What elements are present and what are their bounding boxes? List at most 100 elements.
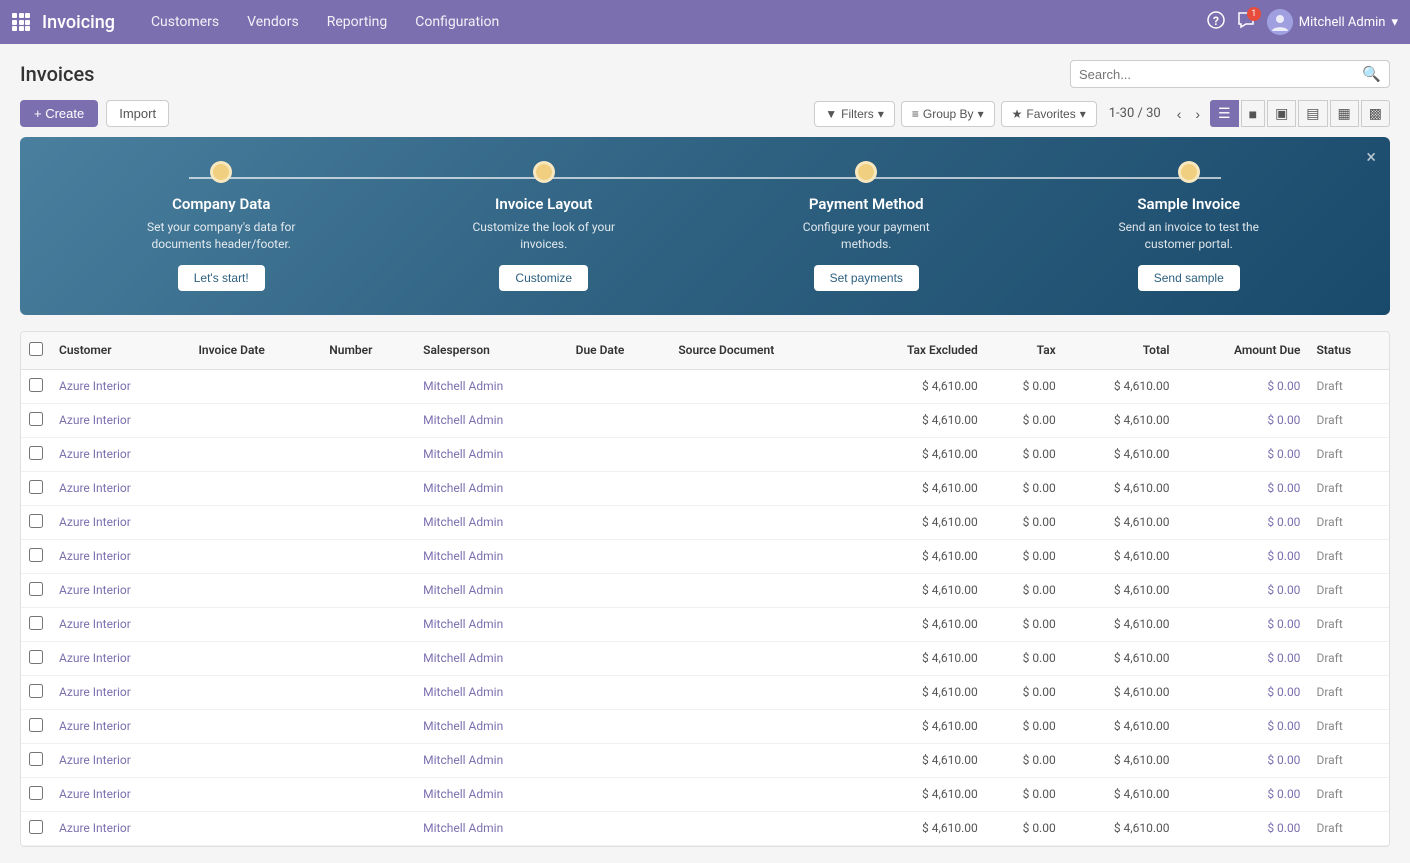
col-invoice-date[interactable]: Invoice Date	[190, 332, 321, 370]
step-btn-2[interactable]: Set payments	[814, 265, 919, 291]
row-tax: $ 0.00	[986, 607, 1064, 641]
col-number[interactable]: Number	[321, 332, 415, 370]
col-due-date[interactable]: Due Date	[568, 332, 671, 370]
row-salesperson[interactable]: Mitchell Admin	[415, 743, 567, 777]
row-source-doc	[670, 573, 848, 607]
col-status[interactable]: Status	[1308, 332, 1389, 370]
step-btn-0[interactable]: Let's start!	[178, 265, 265, 291]
kanban-view-button[interactable]: ■	[1241, 100, 1265, 127]
row-number	[321, 641, 415, 675]
select-all-checkbox[interactable]	[29, 342, 43, 356]
row-checkbox[interactable]	[29, 684, 43, 698]
row-due-date	[568, 811, 671, 845]
next-page-button[interactable]: ›	[1191, 104, 1204, 124]
row-customer[interactable]: Azure Interior	[51, 573, 190, 607]
row-checkbox[interactable]	[29, 378, 43, 392]
row-customer[interactable]: Azure Interior	[51, 777, 190, 811]
row-salesperson[interactable]: Mitchell Admin	[415, 539, 567, 573]
row-checkbox[interactable]	[29, 514, 43, 528]
row-customer[interactable]: Azure Interior	[51, 607, 190, 641]
step-title-1: Invoice Layout	[495, 195, 592, 213]
search-bar[interactable]: 🔍	[1070, 60, 1390, 88]
row-salesperson[interactable]: Mitchell Admin	[415, 573, 567, 607]
row-salesperson[interactable]: Mitchell Admin	[415, 641, 567, 675]
row-salesperson[interactable]: Mitchell Admin	[415, 607, 567, 641]
onboarding-banner: × Company Data Set your company's data f…	[20, 137, 1390, 315]
onboarding-close-button[interactable]: ×	[1366, 147, 1376, 168]
row-salesperson[interactable]: Mitchell Admin	[415, 369, 567, 403]
filter-icon: ▼	[825, 107, 837, 121]
activity-view-button[interactable]: ▩	[1361, 100, 1390, 127]
row-checkbox[interactable]	[29, 752, 43, 766]
graph-view-button[interactable]: ▦	[1330, 100, 1359, 127]
search-icon[interactable]: 🔍	[1362, 65, 1381, 83]
row-tax: $ 0.00	[986, 505, 1064, 539]
row-checkbox[interactable]	[29, 820, 43, 834]
calendar-view-button[interactable]: ▣	[1267, 100, 1296, 127]
chat-icon[interactable]: 1	[1237, 11, 1255, 33]
col-amount-due[interactable]: Amount Due	[1178, 332, 1309, 370]
col-salesperson[interactable]: Salesperson	[415, 332, 567, 370]
row-customer[interactable]: Azure Interior	[51, 369, 190, 403]
row-salesperson[interactable]: Mitchell Admin	[415, 777, 567, 811]
row-checkbox[interactable]	[29, 412, 43, 426]
row-customer[interactable]: Azure Interior	[51, 641, 190, 675]
col-total[interactable]: Total	[1064, 332, 1178, 370]
row-salesperson[interactable]: Mitchell Admin	[415, 709, 567, 743]
row-customer[interactable]: Azure Interior	[51, 471, 190, 505]
step-btn-1[interactable]: Customize	[499, 265, 588, 291]
row-customer[interactable]: Azure Interior	[51, 675, 190, 709]
row-due-date	[568, 471, 671, 505]
row-salesperson[interactable]: Mitchell Admin	[415, 403, 567, 437]
row-tax-excl: $ 4,610.00	[848, 505, 986, 539]
help-icon[interactable]: ?	[1207, 11, 1225, 33]
row-checkbox[interactable]	[29, 480, 43, 494]
apps-icon[interactable]	[12, 13, 30, 31]
row-customer[interactable]: Azure Interior	[51, 437, 190, 471]
row-customer[interactable]: Azure Interior	[51, 743, 190, 777]
col-tax[interactable]: Tax	[986, 332, 1064, 370]
col-tax-excl[interactable]: Tax Excluded	[848, 332, 986, 370]
row-checkbox[interactable]	[29, 582, 43, 596]
row-customer[interactable]: Azure Interior	[51, 505, 190, 539]
step-btn-3[interactable]: Send sample	[1138, 265, 1240, 291]
col-customer[interactable]: Customer	[51, 332, 190, 370]
row-salesperson[interactable]: Mitchell Admin	[415, 505, 567, 539]
groupby-button[interactable]: ≡ Group By ▾	[901, 101, 995, 127]
list-view-button[interactable]: ☰	[1210, 100, 1239, 127]
user-menu[interactable]: Mitchell Admin ▾	[1267, 9, 1398, 35]
search-input[interactable]	[1079, 67, 1362, 82]
row-customer[interactable]: Azure Interior	[51, 811, 190, 845]
row-checkbox[interactable]	[29, 446, 43, 460]
prev-page-button[interactable]: ‹	[1173, 104, 1186, 124]
nav-configuration[interactable]: Configuration	[403, 8, 511, 36]
row-customer[interactable]: Azure Interior	[51, 539, 190, 573]
table-row: Azure Interior Mitchell Admin $ 4,610.00…	[21, 539, 1389, 573]
nav-vendors[interactable]: Vendors	[235, 8, 311, 36]
favorites-button[interactable]: ★ Favorites ▾	[1001, 101, 1097, 127]
row-salesperson[interactable]: Mitchell Admin	[415, 811, 567, 845]
row-salesperson[interactable]: Mitchell Admin	[415, 471, 567, 505]
row-checkbox-cell	[21, 607, 51, 641]
row-checkbox[interactable]	[29, 650, 43, 664]
row-salesperson[interactable]: Mitchell Admin	[415, 675, 567, 709]
toolbar-right: ▼ Filters ▾ ≡ Group By ▾ ★ Favorites ▾ 1…	[814, 100, 1390, 127]
row-checkbox-cell	[21, 539, 51, 573]
row-checkbox[interactable]	[29, 548, 43, 562]
row-checkbox[interactable]	[29, 786, 43, 800]
row-salesperson[interactable]: Mitchell Admin	[415, 437, 567, 471]
nav-customers[interactable]: Customers	[139, 8, 231, 36]
row-checkbox[interactable]	[29, 718, 43, 732]
col-source-document[interactable]: Source Document	[670, 332, 848, 370]
pivot-view-button[interactable]: ▤	[1298, 100, 1327, 127]
row-customer[interactable]: Azure Interior	[51, 709, 190, 743]
nav-reporting[interactable]: Reporting	[315, 8, 400, 36]
row-checkbox[interactable]	[29, 616, 43, 630]
row-total: $ 4,610.00	[1064, 369, 1178, 403]
create-button[interactable]: + Create	[20, 100, 98, 127]
row-due-date	[568, 369, 671, 403]
table-row: Azure Interior Mitchell Admin $ 4,610.00…	[21, 777, 1389, 811]
filters-button[interactable]: ▼ Filters ▾	[814, 101, 895, 127]
row-customer[interactable]: Azure Interior	[51, 403, 190, 437]
import-button[interactable]: Import	[106, 100, 169, 127]
